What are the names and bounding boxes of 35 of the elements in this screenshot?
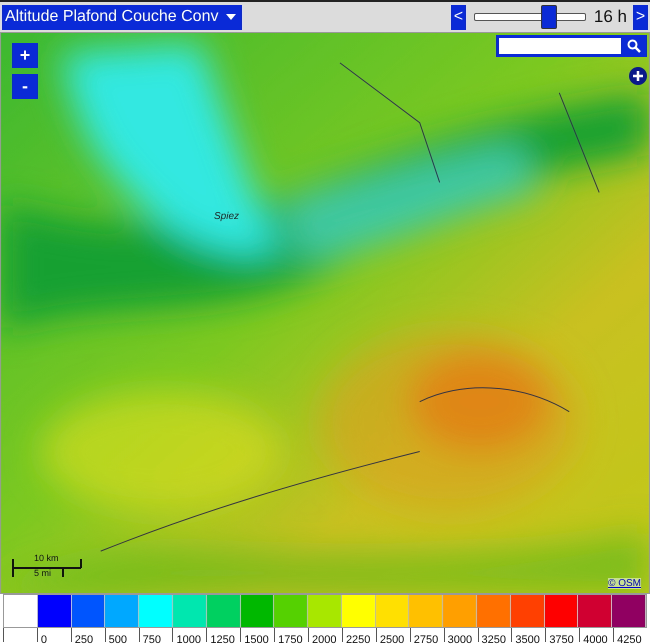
previous-button[interactable]: < — [450, 4, 466, 30]
legend-label: 1000 — [175, 634, 201, 644]
legend-label: 2500 — [378, 634, 404, 644]
time-slider[interactable] — [474, 5, 586, 29]
legend-label: 2250 — [344, 634, 370, 644]
legend-label: 750 — [142, 634, 161, 644]
legend-label: 4000 — [582, 634, 608, 644]
legend-label: 1250 — [209, 634, 235, 644]
caret-icon — [226, 14, 236, 20]
next-button[interactable]: > — [633, 4, 648, 30]
legend-label: 4250 — [616, 634, 642, 644]
legend-label: 1750 — [277, 634, 303, 644]
legend-label: 1500 — [243, 634, 269, 644]
legend-label: 2750 — [412, 634, 438, 644]
scale-label: 10 km — [33, 553, 60, 564]
legend-label: 250 — [74, 634, 94, 644]
search-field[interactable] — [496, 35, 647, 57]
legend-label: 3250 — [480, 634, 506, 644]
scale-label: 5 mi — [33, 568, 52, 579]
attribution-link[interactable]: © OSM — [608, 578, 641, 589]
legend-label: 3000 — [446, 634, 472, 644]
place-label: Spiez — [214, 211, 240, 222]
zoom-out-button[interactable]: - — [12, 74, 38, 99]
slider-thumb[interactable] — [540, 5, 557, 29]
layer-dropdown[interactable]: Altitude Plafond Couche Conv — [2, 4, 242, 30]
legend-label: 3750 — [548, 634, 574, 644]
legend-label: 3500 — [514, 634, 540, 644]
plus-icon[interactable] — [629, 67, 647, 85]
search-icon[interactable] — [627, 39, 641, 53]
scale-bar-icon — [12, 559, 82, 577]
legend-label: 2000 — [311, 634, 337, 644]
zoom-in-button[interactable]: + — [12, 43, 38, 68]
legend-label: 500 — [108, 634, 128, 644]
time-reading: 16 h — [594, 7, 627, 27]
legend-label: 0 — [40, 634, 48, 644]
